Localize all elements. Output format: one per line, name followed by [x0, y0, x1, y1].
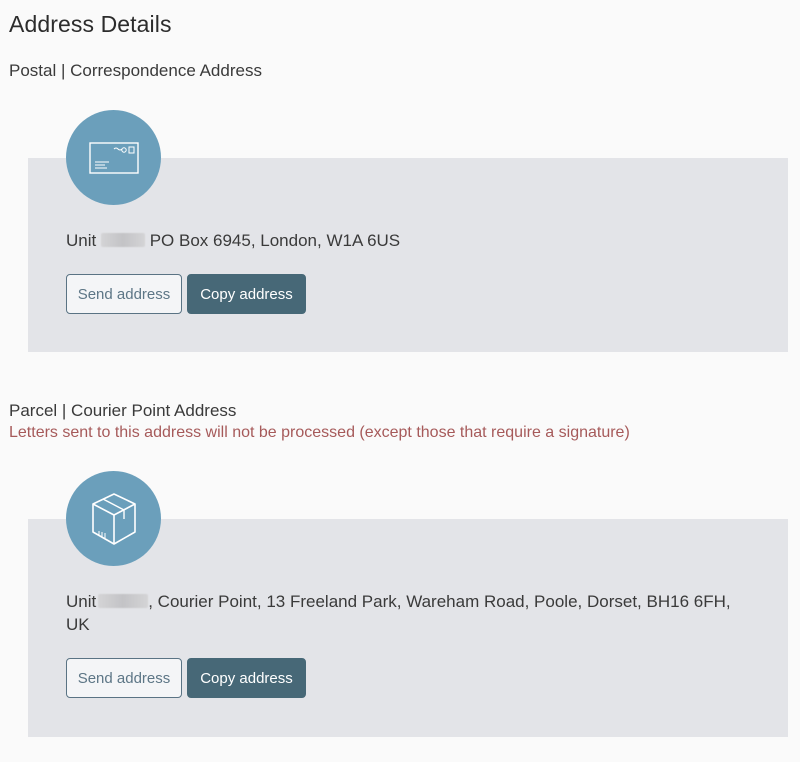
- redacted-unit-number: [98, 594, 149, 608]
- parcel-send-address-button[interactable]: Send address: [66, 658, 182, 698]
- postal-section-heading: Postal | Correspondence Address: [9, 61, 262, 80]
- postal-address-rest: PO Box 6945, London, W1A 6US: [149, 231, 401, 250]
- postal-address-prefix: Unit: [66, 231, 97, 250]
- parcel-address-rest: , Courier Point, 13 Freeland Park, Wareh…: [66, 592, 731, 634]
- envelope-icon: [88, 141, 139, 174]
- page-title: Address Details: [9, 11, 172, 37]
- address-details-page: Address Details Postal | Correspondence …: [0, 0, 800, 762]
- parcel-box-icon: [91, 492, 136, 545]
- postal-send-address-button[interactable]: Send address: [66, 274, 182, 314]
- postal-copy-address-button[interactable]: Copy address: [187, 274, 306, 314]
- parcel-copy-address-button[interactable]: Copy address: [187, 658, 306, 698]
- redacted-unit-number: [100, 233, 145, 247]
- postal-icon-circle: [66, 110, 161, 205]
- parcel-warning-text: Letters sent to this address will not be…: [9, 424, 630, 441]
- parcel-address-text: Unit, Courier Point, 13 Freeland Park, W…: [66, 590, 746, 636]
- parcel-icon-circle: [66, 471, 161, 566]
- parcel-address-prefix: Unit: [66, 592, 97, 611]
- postal-address-text: Unit PO Box 6945, London, W1A 6US: [66, 229, 746, 252]
- parcel-section-heading: Parcel | Courier Point Address: [9, 401, 237, 420]
